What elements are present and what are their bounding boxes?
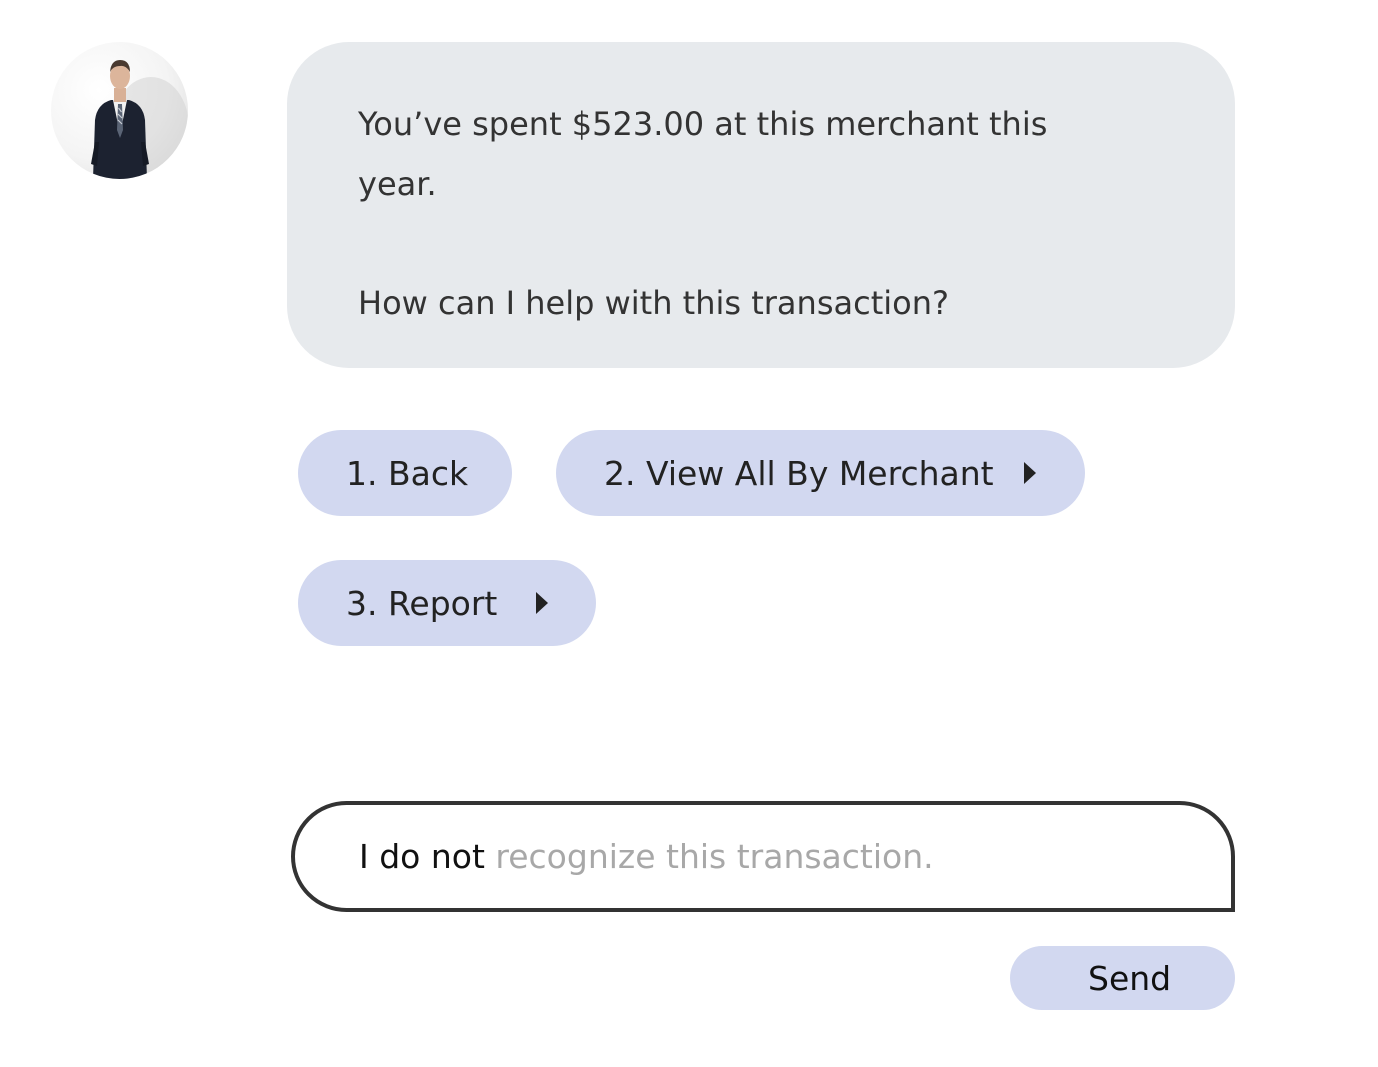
- quick-reply-label: 1. Back: [346, 453, 469, 493]
- bot-message-spend: You’ve spent $523.00 at this merchant th…: [358, 105, 1048, 203]
- chat-screen: You’ve spent $523.00 at this merchant th…: [0, 0, 1378, 1067]
- message-input[interactable]: I do not recognize this transaction.: [291, 801, 1235, 912]
- autocomplete-suggestion: recognize this transaction.: [495, 837, 934, 876]
- bot-message-bubble: You’ve spent $523.00 at this merchant th…: [287, 42, 1235, 368]
- quick-reply-view-all-by-merchant[interactable]: 2. View All By Merchant: [556, 430, 1085, 516]
- quick-reply-back[interactable]: 1. Back: [298, 430, 512, 516]
- quick-reply-report[interactable]: 3. Report: [298, 560, 596, 646]
- send-button[interactable]: Send: [1010, 946, 1235, 1010]
- quick-reply-label: 2. View All By Merchant: [604, 453, 994, 493]
- typed-text: I do not: [359, 837, 496, 876]
- caret-right-icon: [536, 592, 548, 614]
- bot-avatar: [51, 42, 188, 179]
- quick-reply-label: 3. Report: [346, 583, 498, 623]
- caret-right-icon: [1024, 462, 1036, 484]
- businessman-avatar-icon: [91, 60, 188, 179]
- bot-message-question: How can I help with this transaction?: [358, 284, 949, 322]
